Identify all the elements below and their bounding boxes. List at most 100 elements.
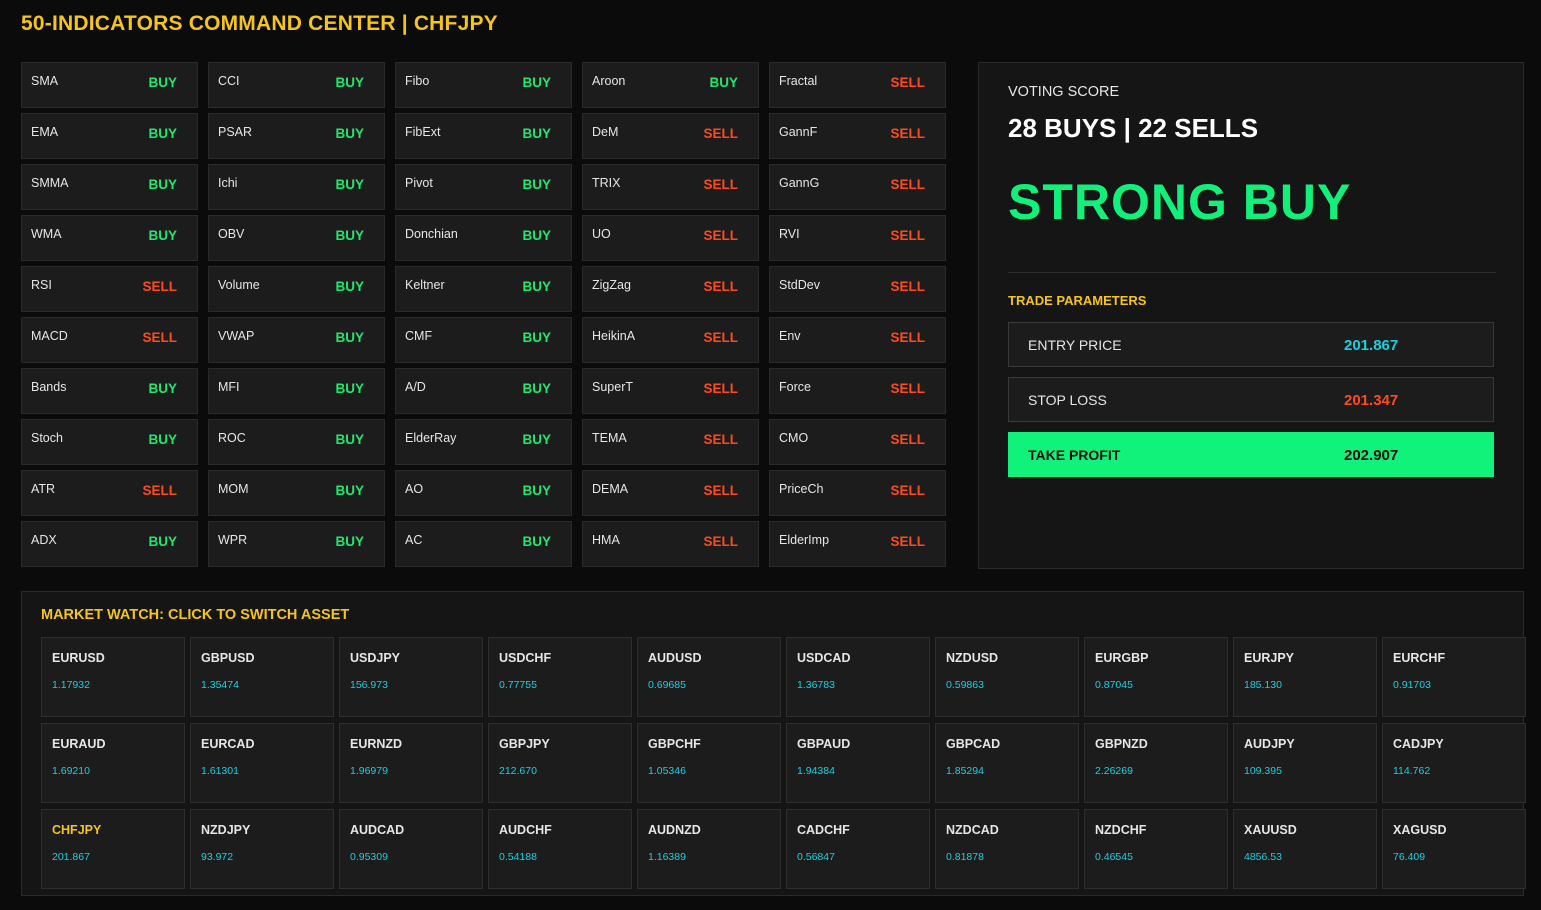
market-watch-item-audnzd[interactable]: AUDNZD 1.16389 [637, 809, 781, 889]
asset-symbol: CHFJPY [52, 823, 102, 837]
indicator-name: A/D [405, 380, 426, 394]
market-watch-grid: EURUSD 1.17932 GBPUSD 1.35474 USDJPY 156.973 U… [41, 637, 1531, 891]
indicator-cell: Env SELL [769, 317, 946, 363]
asset-symbol: NZDCHF [1095, 823, 1147, 837]
market-watch-item-eurnzd[interactable]: EURNZD 1.96979 [339, 723, 483, 803]
indicator-name: GannG [779, 176, 820, 190]
asset-price: 109.395 [1244, 765, 1282, 777]
indicator-cell: ElderImp SELL [769, 521, 946, 567]
indicator-cell: Volume BUY [208, 266, 385, 312]
indicator-signal: SELL [890, 279, 925, 294]
asset-price: 1.61301 [201, 765, 239, 777]
market-watch-item-eurusd[interactable]: EURUSD 1.17932 [41, 637, 185, 717]
market-watch-item-gbpjpy[interactable]: GBPJPY 212.670 [488, 723, 632, 803]
market-watch-item-eurcad[interactable]: EURCAD 1.61301 [190, 723, 334, 803]
asset-symbol: CADJPY [1393, 737, 1444, 751]
indicator-cell: ADX BUY [21, 521, 198, 567]
indicator-cell: SMA BUY [21, 62, 198, 108]
asset-symbol: EURGBP [1095, 651, 1149, 665]
market-watch-item-chfjpy[interactable]: CHFJPY 201.867 [41, 809, 185, 889]
indicator-name: ElderRay [405, 431, 457, 445]
asset-price: 0.46545 [1095, 851, 1133, 863]
voting-score-label: VOTING SCORE [1008, 84, 1120, 100]
asset-symbol: EURUSD [52, 651, 105, 665]
indicator-name: GannF [779, 125, 818, 139]
market-watch-item-cadchf[interactable]: CADCHF 0.56847 [786, 809, 930, 889]
market-watch-item-nzdcad[interactable]: NZDCAD 0.81878 [935, 809, 1079, 889]
market-watch-item-usdchf[interactable]: USDCHF 0.77755 [488, 637, 632, 717]
indicator-name: SMMA [31, 176, 69, 190]
market-watch-item-euraud[interactable]: EURAUD 1.69210 [41, 723, 185, 803]
market-watch-item-eurchf[interactable]: EURCHF 0.91703 [1382, 637, 1526, 717]
indicator-signal: SELL [890, 432, 925, 447]
market-watch-item-gbpnzd[interactable]: GBPNZD 2.26269 [1084, 723, 1228, 803]
asset-price: 156.973 [350, 679, 388, 691]
indicator-cell: ZigZag SELL [582, 266, 759, 312]
asset-price: 0.77755 [499, 679, 537, 691]
indicator-signal: BUY [335, 279, 364, 294]
market-watch-item-nzdchf[interactable]: NZDCHF 0.46545 [1084, 809, 1228, 889]
indicator-cell: TRIX SELL [582, 164, 759, 210]
indicator-cell: HMA SELL [582, 521, 759, 567]
market-watch-item-audusd[interactable]: AUDUSD 0.69685 [637, 637, 781, 717]
indicator-cell: VWAP BUY [208, 317, 385, 363]
indicator-signal: BUY [522, 381, 551, 396]
indicator-name: Fibo [405, 74, 430, 88]
indicator-signal: SELL [890, 177, 925, 192]
market-watch-item-audcad[interactable]: AUDCAD 0.95309 [339, 809, 483, 889]
asset-symbol: GBPNZD [1095, 737, 1148, 751]
market-watch-item-usdjpy[interactable]: USDJPY 156.973 [339, 637, 483, 717]
indicator-cell: CMF BUY [395, 317, 572, 363]
market-watch-panel: MARKET WATCH: CLICK TO SWITCH ASSET EURU… [21, 591, 1526, 896]
indicator-cell: GannG SELL [769, 164, 946, 210]
market-watch-item-audjpy[interactable]: AUDJPY 109.395 [1233, 723, 1377, 803]
asset-price: 1.96979 [350, 765, 388, 777]
indicator-signal: BUY [148, 177, 177, 192]
indicator-cell: EMA BUY [21, 113, 198, 159]
indicator-name: ElderImp [779, 533, 830, 547]
indicator-signal: BUY [335, 75, 364, 90]
indicator-name: TEMA [592, 431, 627, 445]
dashboard-title: 50-INDICATORS COMMAND CENTER | CHFJPY [21, 12, 498, 35]
indicator-signal: SELL [703, 432, 738, 447]
market-watch-item-gbpaud[interactable]: GBPAUD 1.94384 [786, 723, 930, 803]
asset-price: 1.16389 [648, 851, 686, 863]
indicator-name: RVI [779, 227, 800, 241]
indicator-cell: GannF SELL [769, 113, 946, 159]
market-watch-item-nzdjpy[interactable]: NZDJPY 93.972 [190, 809, 334, 889]
indicator-cell: Force SELL [769, 368, 946, 414]
indicator-signal: BUY [148, 75, 177, 90]
market-watch-item-audchf[interactable]: AUDCHF 0.54188 [488, 809, 632, 889]
market-watch-item-xagusd[interactable]: XAGUSD 76.409 [1382, 809, 1526, 889]
market-watch-item-nzdusd[interactable]: NZDUSD 0.59863 [935, 637, 1079, 717]
indicator-signal: BUY [148, 228, 177, 243]
take-profit-row: TAKE PROFIT 202.907 [1008, 432, 1494, 477]
indicator-cell: MFI BUY [208, 368, 385, 414]
entry-price-row: ENTRY PRICE 201.867 [1008, 322, 1494, 367]
indicator-name: MFI [218, 380, 240, 394]
indicator-signal: BUY [522, 177, 551, 192]
market-watch-item-eurjpy[interactable]: EURJPY 185.130 [1233, 637, 1377, 717]
indicator-name: Pivot [405, 176, 433, 190]
market-watch-item-gbpchf[interactable]: GBPCHF 1.05346 [637, 723, 781, 803]
indicator-name: AC [405, 533, 423, 547]
market-watch-item-xauusd[interactable]: XAUUSD 4856.53 [1233, 809, 1377, 889]
market-watch-item-cadjpy[interactable]: CADJPY 114.762 [1382, 723, 1526, 803]
indicator-signal: SELL [703, 381, 738, 396]
asset-price: 4856.53 [1244, 851, 1282, 863]
asset-symbol: EURAUD [52, 737, 106, 751]
asset-price: 0.59863 [946, 679, 984, 691]
market-watch-item-gbpusd[interactable]: GBPUSD 1.35474 [190, 637, 334, 717]
market-watch-item-usdcad[interactable]: USDCAD 1.36783 [786, 637, 930, 717]
indicator-name: HeikinA [592, 329, 636, 343]
market-watch-item-eurgbp[interactable]: EURGBP 0.87045 [1084, 637, 1228, 717]
indicator-cell: SuperT SELL [582, 368, 759, 414]
indicator-cell: RVI SELL [769, 215, 946, 261]
indicator-signal: BUY [335, 330, 364, 345]
indicator-cell: DeM SELL [582, 113, 759, 159]
indicator-signal: BUY [522, 432, 551, 447]
indicator-signal: SELL [703, 279, 738, 294]
indicator-signal: BUY [335, 381, 364, 396]
indicator-name: Aroon [592, 74, 626, 88]
market-watch-item-gbpcad[interactable]: GBPCAD 1.85294 [935, 723, 1079, 803]
